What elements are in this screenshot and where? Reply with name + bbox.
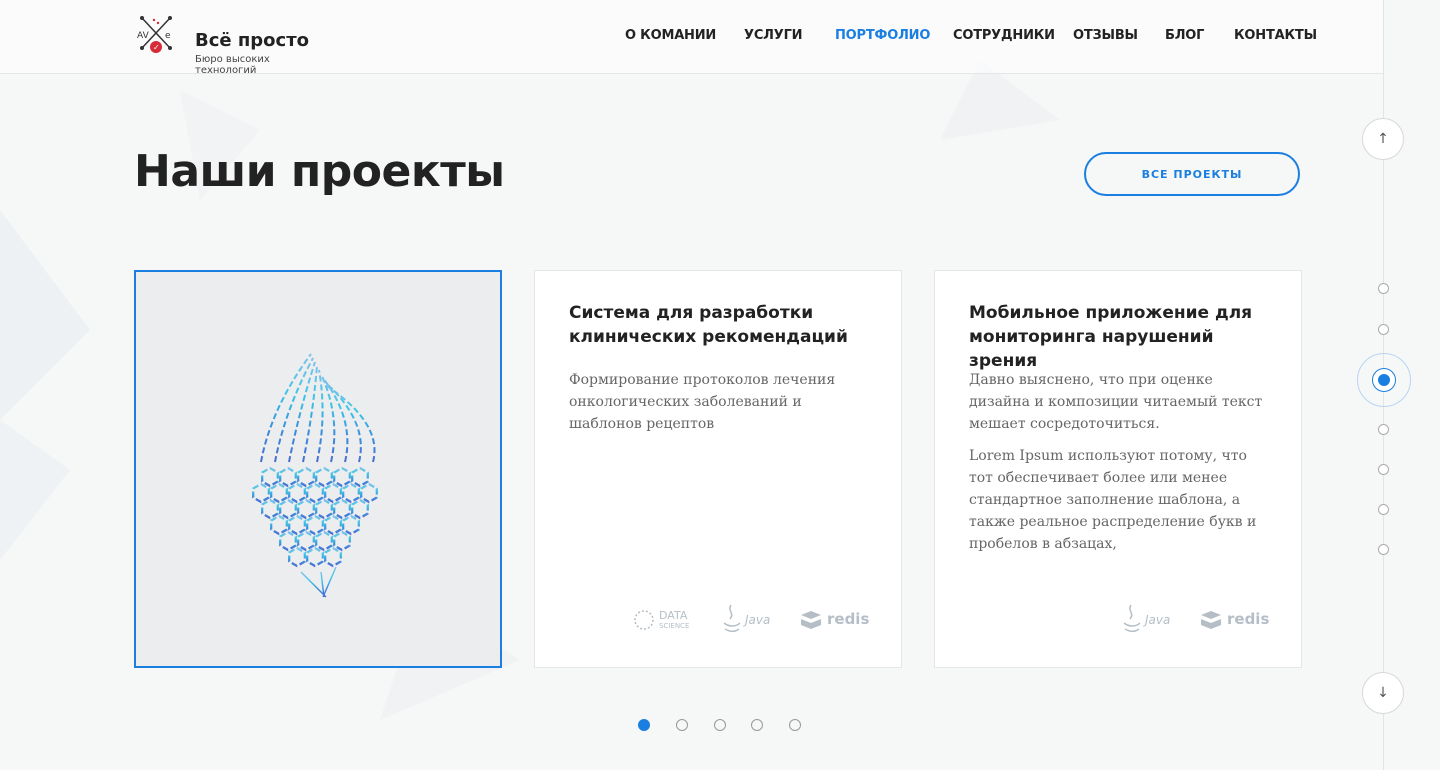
side-nav-dot[interactable] (1378, 464, 1389, 475)
side-nav-dot[interactable] (1378, 283, 1389, 294)
all-projects-button[interactable]: ВСЕ ПРОЕКТЫ (1084, 152, 1300, 196)
redis-logo: redis (799, 603, 869, 637)
nav-item-contacts[interactable]: КОНТАКТЫ (1234, 28, 1317, 43)
java-logo: Java (721, 603, 777, 637)
nav-item-about[interactable]: О КОМАНИИ (625, 28, 716, 43)
nav-item-blog[interactable]: БЛОГ (1165, 28, 1204, 43)
redis-label: redis (827, 610, 870, 628)
svg-text:✓: ✓ (153, 43, 160, 52)
brand-title: Всё просто (195, 30, 310, 51)
carousel-dot[interactable] (751, 719, 763, 731)
data-science-icon (634, 610, 654, 630)
card-description: Формирование протоколов лечения онкологи… (569, 369, 869, 445)
project-card[interactable]: Мобильное приложение для мониторинга нар… (934, 270, 1302, 668)
card-title: Мобильное приложение для мониторинга нар… (969, 303, 1253, 371)
logo-mark-icon: AV e ✓ (137, 16, 172, 53)
side-nav-dot[interactable] (1378, 424, 1389, 435)
project-card[interactable]: Система для разработки клинических реком… (534, 270, 902, 668)
scroll-up-button[interactable]: ↑ (1362, 118, 1404, 160)
hexagon-leaf-illustration (252, 353, 378, 598)
carousel-dot[interactable] (676, 719, 688, 731)
nav-item-reviews[interactable]: ОТЗЫВЫ (1073, 28, 1138, 43)
card-paragraph: Давно выяснено, что при оценке дизайна и… (969, 372, 1263, 432)
card-description: Давно выяснено, что при оценке дизайна и… (969, 369, 1269, 565)
carousel-dot[interactable] (789, 719, 801, 731)
brand-subtitle: Бюро высоких технологий (195, 54, 270, 76)
side-nav-dot[interactable] (1378, 544, 1389, 555)
data-label: DATA (659, 609, 688, 622)
site-header: AV e ✓ Всё просто Бюро высоких технологи… (0, 0, 1384, 76)
java-label: Java (745, 613, 771, 627)
card-title: Система для разработки клинических реком… (569, 303, 848, 347)
redis-icon (1201, 611, 1221, 629)
redis-logo: redis (1199, 603, 1269, 637)
java-label: Java (1145, 613, 1171, 627)
arrow-up-icon: ↑ (1377, 131, 1389, 147)
logo[interactable]: AV e ✓ Всё просто Бюро высоких технологи… (136, 14, 326, 76)
redis-label: redis (1227, 610, 1270, 628)
svg-text:e: e (165, 31, 171, 41)
project-card-image[interactable] (134, 270, 502, 668)
java-icon (1123, 604, 1141, 632)
arrow-down-icon: ↓ (1377, 685, 1389, 701)
java-icon (723, 604, 741, 632)
side-nav-dot[interactable] (1378, 504, 1389, 515)
nav-item-portfolio[interactable]: ПОРТФОЛИО (835, 28, 930, 43)
carousel-dot-active[interactable] (638, 719, 650, 731)
nav-item-staff[interactable]: СОТРУДНИКИ (953, 28, 1055, 43)
redis-icon (801, 611, 821, 629)
page-title: Наши проекты (134, 146, 505, 197)
svg-text:AV: AV (137, 31, 150, 41)
card-paragraph: Lorem Ipsum используют потому, что тот о… (969, 448, 1257, 552)
side-nav-dot-active-center (1378, 374, 1390, 386)
scroll-down-button[interactable]: ↓ (1362, 672, 1404, 714)
side-nav-dot[interactable] (1378, 324, 1389, 335)
java-logo: Java (1121, 603, 1177, 637)
card-paragraph: Формирование протоколов лечения онкологи… (569, 372, 836, 432)
data-science-logo: DATA SCIENCE (633, 603, 695, 637)
science-label: SCIENCE (659, 622, 690, 630)
nav-item-services[interactable]: УСЛУГИ (744, 28, 803, 43)
carousel-dot[interactable] (714, 719, 726, 731)
